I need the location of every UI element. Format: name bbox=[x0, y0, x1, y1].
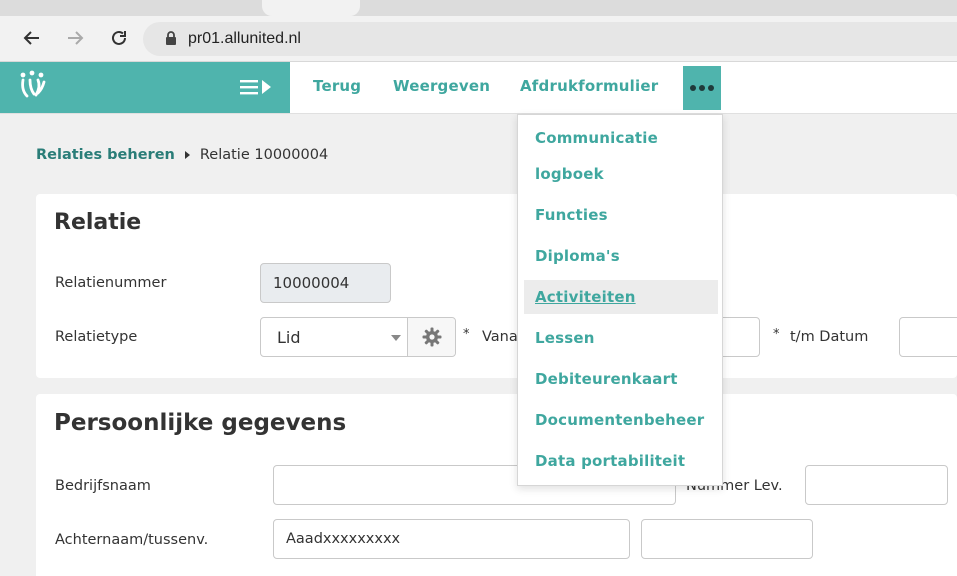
app-header: Terug Weergeven Afdrukformulier bbox=[0, 62, 957, 114]
gear-icon bbox=[422, 327, 441, 347]
vanaf-datum-label: Vana bbox=[482, 329, 518, 345]
achternaam-input[interactable]: Aaadxxxxxxxxx bbox=[273, 519, 630, 559]
menu-item-activiteiten[interactable]: Activiteiten bbox=[524, 280, 718, 314]
tm-datum-label: t/m Datum bbox=[790, 329, 869, 345]
nummer-lev-input[interactable] bbox=[805, 465, 948, 505]
persoonlijke-gegevens-card: Persoonlijke gegevens Bedrijfsnaam Numme… bbox=[36, 394, 957, 576]
menu-item-debiteurenkaart[interactable]: Debiteurenkaart bbox=[524, 370, 718, 388]
url-text: pr01.allunited.nl bbox=[188, 30, 301, 47]
browser-tab[interactable] bbox=[262, 0, 360, 16]
required-asterisk: * bbox=[773, 327, 780, 342]
breadcrumb-current: Relatie 10000004 bbox=[199, 147, 329, 163]
tussenvoegsel-input[interactable] bbox=[641, 519, 813, 559]
menu-item-documentenbeheer[interactable]: Documentenbeheer bbox=[524, 411, 718, 429]
more-options-dropdown: Communicatie logboek Functies Diploma's … bbox=[517, 114, 723, 486]
browser-toolbar: pr01.allunited.nl bbox=[0, 16, 957, 62]
menu-item-communicatie-logboek-cont[interactable]: logboek bbox=[524, 165, 718, 183]
relatie-card: Relatie Relatienummer 10000004 Relatiety… bbox=[36, 194, 957, 378]
achternaam-label: Achternaam/tussenv. bbox=[55, 532, 209, 548]
breadcrumb-separator-icon bbox=[184, 151, 190, 159]
back-arrow-icon[interactable] bbox=[20, 26, 44, 50]
nav-terug[interactable]: Terug bbox=[313, 77, 361, 95]
lock-icon bbox=[165, 31, 177, 50]
persoonlijke-gegevens-title: Persoonlijke gegevens bbox=[54, 410, 347, 436]
address-bar[interactable]: pr01.allunited.nl bbox=[143, 22, 957, 56]
reload-icon[interactable] bbox=[107, 26, 131, 50]
tm-datum-field[interactable] bbox=[899, 317, 957, 357]
relatienummer-field: 10000004 bbox=[260, 263, 391, 303]
relatietype-select[interactable]: Lid bbox=[260, 317, 456, 357]
menu-item-diplomas[interactable]: Diploma's bbox=[524, 247, 718, 265]
relatietype-label: Relatietype bbox=[55, 329, 138, 345]
relatienummer-label: Relatienummer bbox=[55, 275, 167, 291]
menu-toggle-icon[interactable] bbox=[240, 77, 274, 101]
menu-item-communicatie-logboek[interactable]: Communicatie bbox=[524, 129, 718, 147]
menu-item-data-portabiliteit[interactable]: Data portabiliteit bbox=[524, 452, 718, 470]
ellipsis-icon bbox=[690, 85, 696, 91]
required-asterisk: * bbox=[463, 327, 470, 342]
menu-item-functies[interactable]: Functies bbox=[524, 206, 718, 224]
menu-item-lessen[interactable]: Lessen bbox=[524, 329, 718, 347]
more-options-button[interactable] bbox=[683, 66, 721, 110]
browser-tabstrip bbox=[0, 0, 957, 16]
relatie-title: Relatie bbox=[54, 210, 142, 235]
chevron-down-icon bbox=[391, 335, 401, 341]
brand-bar bbox=[0, 62, 290, 113]
breadcrumb: Relaties beheren Relatie 10000004 bbox=[36, 147, 328, 163]
logo-icon[interactable] bbox=[18, 70, 48, 106]
nav-weergeven[interactable]: Weergeven bbox=[393, 77, 490, 95]
relatietype-settings-button[interactable] bbox=[407, 318, 455, 356]
forward-arrow-icon[interactable] bbox=[63, 26, 87, 50]
breadcrumb-parent-link[interactable]: Relaties beheren bbox=[36, 147, 175, 163]
bedrijfsnaam-label: Bedrijfsnaam bbox=[55, 478, 151, 494]
nav-afdrukformulier[interactable]: Afdrukformulier bbox=[520, 77, 658, 95]
